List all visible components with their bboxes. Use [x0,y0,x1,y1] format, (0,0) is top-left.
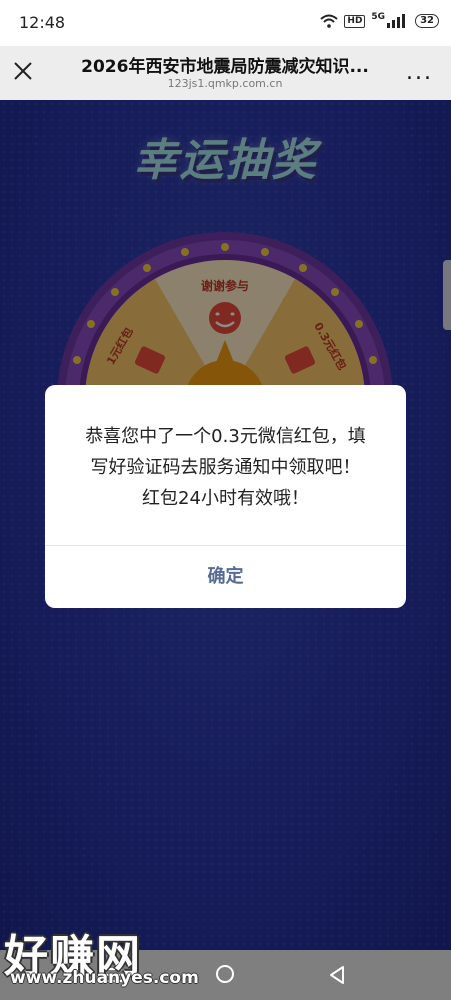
status-icons: HD 5G 32 [320,12,439,28]
dialog-message-line: 恭喜您中了一个0.3元微信红包，填 [85,426,366,447]
dialog-message-line: 红包24小时有效哦！ [142,488,309,509]
close-icon[interactable] [12,60,34,82]
dialog-message: 恭喜您中了一个0.3元微信红包，填 写好验证码去服务通知中领取吧！ 红包24小时… [73,421,378,514]
wifi-icon [320,14,339,28]
page-url: 123js1.qmkp.com.cn [167,77,283,90]
prize-dialog: 恭喜您中了一个0.3元微信红包，填 写好验证码去服务通知中领取吧！ 红包24小时… [45,385,406,608]
home-icon[interactable] [215,964,235,984]
status-time: 12:48 [19,13,66,32]
status-bar: 12:48 HD 5G 32 [0,0,451,46]
watermark-url: www.zhuanyes.com [10,968,199,988]
battery-icon: 32 [415,14,439,28]
page-title: 2026年西安市地震局防震减灾知识... [81,57,369,77]
more-icon[interactable]: ... [406,62,433,84]
confirm-button[interactable]: 确定 [45,546,406,608]
dialog-message-line: 写好验证码去服务通知中领取吧！ [90,457,361,478]
hd-icon: HD [344,14,366,28]
title-bar: 2026年西安市地震局防震减灾知识... 123js1.qmkp.com.cn … [0,46,451,100]
network-type: 5G [371,12,386,22]
back-icon[interactable] [328,965,346,985]
signal-icon [387,14,406,28]
